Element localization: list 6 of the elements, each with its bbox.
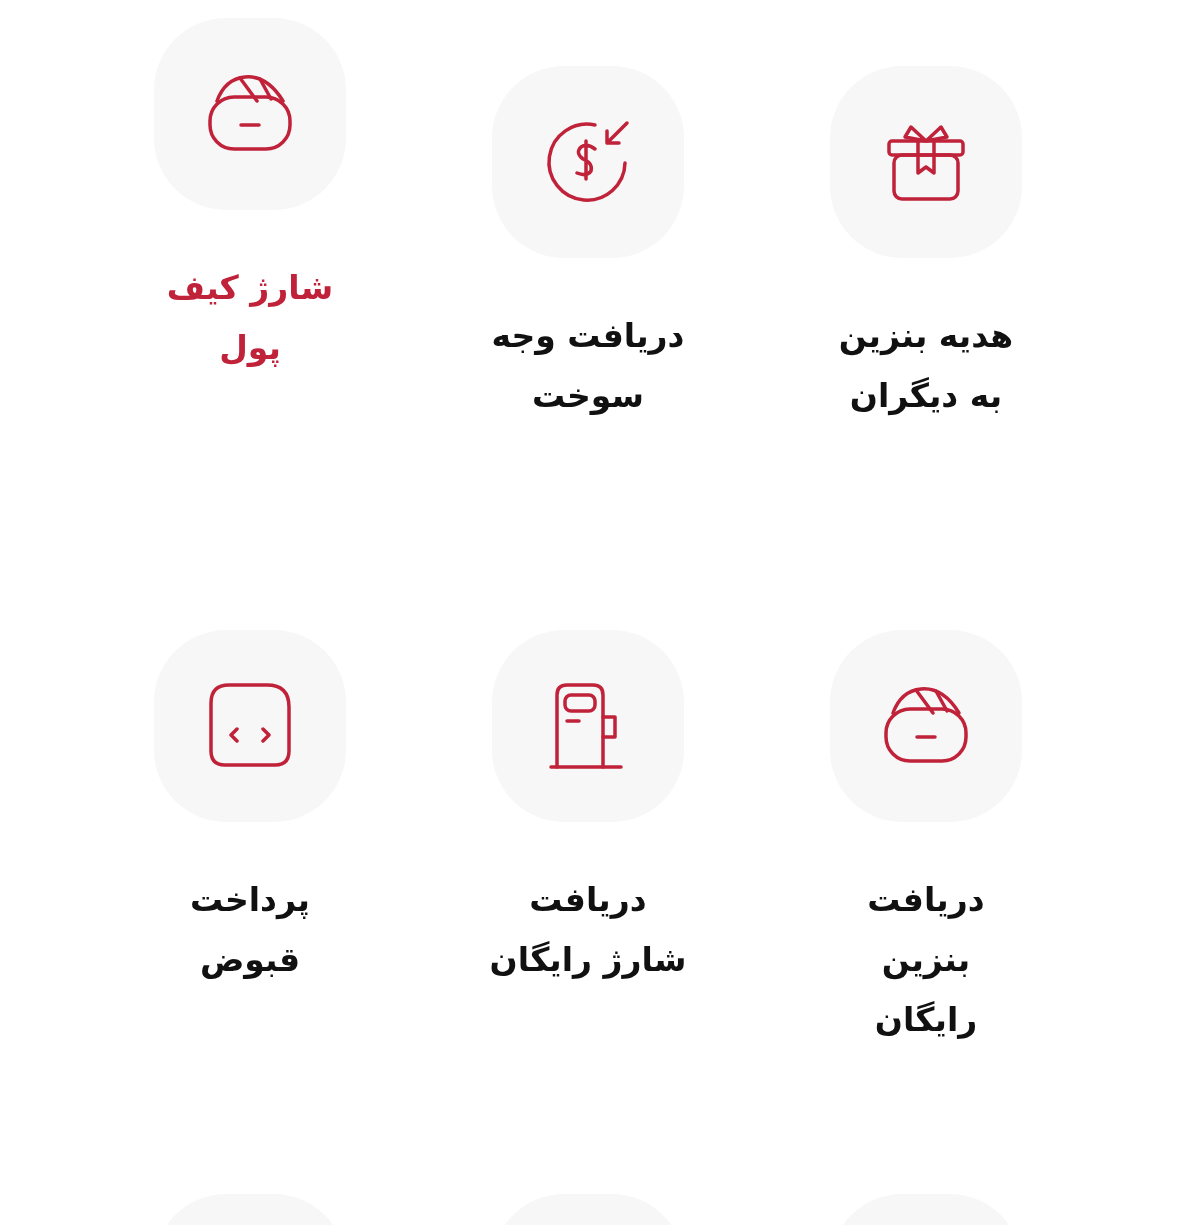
service-label: پرداخت قبوض [189, 879, 311, 981]
service-label: دریافت بنزین رایگان [866, 879, 986, 1041]
service-label: دریافت شارژ رایگان [488, 879, 688, 981]
service-label: هدیه بنزین به دیگران [837, 315, 1015, 418]
service-label: شارژ کیف پول [165, 267, 335, 369]
service-label: دریافت وجه سوخت [490, 315, 686, 417]
